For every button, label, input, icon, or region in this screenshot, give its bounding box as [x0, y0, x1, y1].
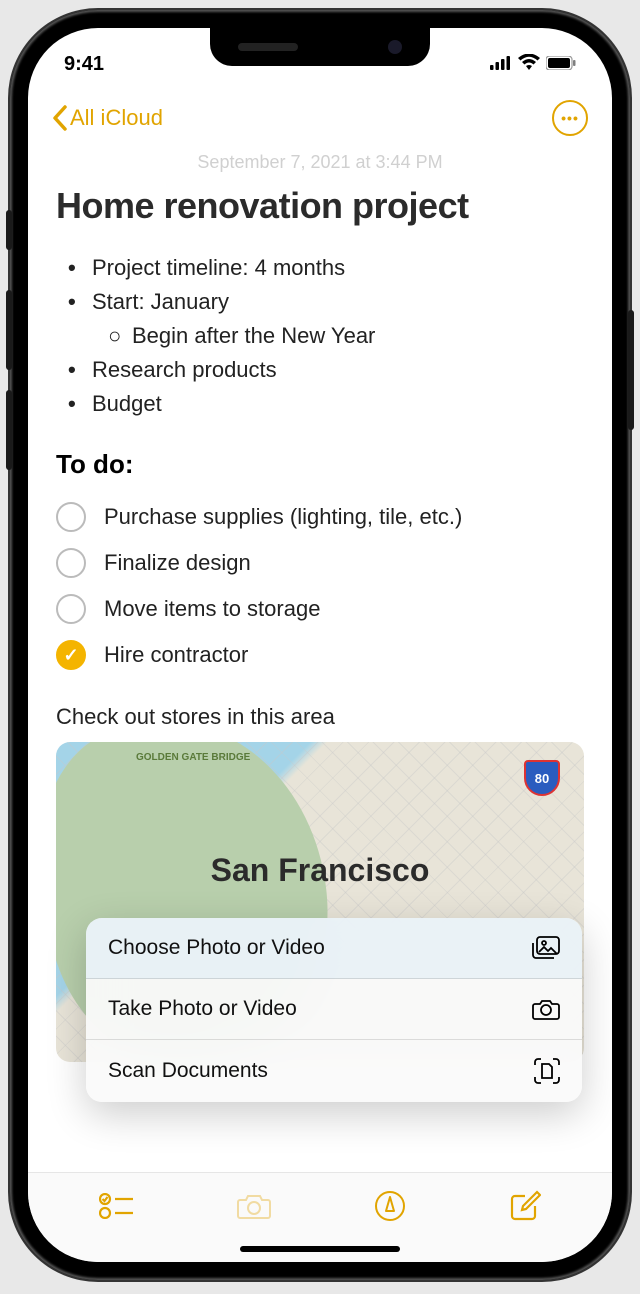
list-item[interactable]: Begin after the New Year — [108, 319, 584, 353]
bullet-list[interactable]: Project timeline: 4 months Start: Januar… — [56, 251, 584, 421]
home-indicator[interactable] — [240, 1246, 400, 1252]
note-title[interactable]: Home renovation project — [56, 185, 584, 227]
cellular-icon — [490, 53, 512, 76]
battery-icon — [546, 53, 576, 76]
nav-bar: All iCloud — [28, 88, 612, 148]
markup-tool-button[interactable] — [374, 1190, 406, 1227]
photo-library-icon — [532, 936, 560, 960]
time: 9:41 — [64, 53, 104, 76]
highway-shield-icon: 80 — [524, 760, 560, 796]
menu-scan-documents[interactable]: Scan Documents — [86, 1040, 582, 1102]
checkbox-empty-icon[interactable] — [56, 548, 86, 578]
camera-icon — [532, 998, 560, 1020]
note-date: September 7, 2021 at 3:44 PM — [56, 152, 584, 173]
wifi-icon — [518, 53, 540, 76]
checklist-item[interactable]: Purchase supplies (lighting, tile, etc.) — [56, 494, 584, 540]
checkbox-checked-icon[interactable] — [56, 640, 86, 670]
menu-label: Choose Photo or Video — [108, 936, 325, 960]
checkbox-empty-icon[interactable] — [56, 502, 86, 532]
todo-heading[interactable]: To do: — [56, 449, 584, 480]
checklist-label[interactable]: Finalize design — [104, 550, 251, 576]
map-poi-label: GOLDEN GATE BRIDGE — [136, 752, 250, 763]
back-label: All iCloud — [70, 105, 163, 131]
note-content[interactable]: September 7, 2021 at 3:44 PM Home renova… — [28, 148, 612, 1172]
area-label[interactable]: Check out stores in this area — [56, 704, 584, 730]
more-button[interactable] — [552, 100, 588, 136]
back-button[interactable]: All iCloud — [52, 105, 163, 131]
camera-menu-popup: Choose Photo or Video Take Photo or Vide… — [86, 918, 582, 1102]
list-item[interactable]: Start: January — [68, 285, 584, 319]
checklist-item[interactable]: Finalize design — [56, 540, 584, 586]
camera-tool-button[interactable] — [236, 1192, 272, 1225]
chevron-left-icon — [52, 105, 68, 131]
menu-label: Scan Documents — [108, 1059, 268, 1083]
checklist-tool-button[interactable] — [99, 1193, 133, 1224]
checklist-label[interactable]: Hire contractor — [104, 642, 248, 668]
list-item[interactable]: Research products — [68, 353, 584, 387]
menu-take-photo[interactable]: Take Photo or Video — [86, 979, 582, 1040]
menu-label: Take Photo or Video — [108, 997, 297, 1021]
menu-choose-photo[interactable]: Choose Photo or Video — [86, 918, 582, 979]
checkbox-empty-icon[interactable] — [56, 594, 86, 624]
checklist-label[interactable]: Purchase supplies (lighting, tile, etc.) — [104, 504, 462, 530]
checklist-label[interactable]: Move items to storage — [104, 596, 320, 622]
map-city-label: San Francisco — [211, 852, 430, 889]
checklist-item[interactable]: Move items to storage — [56, 586, 584, 632]
scan-icon — [534, 1058, 560, 1084]
list-item[interactable]: Budget — [68, 387, 584, 421]
checklist-item[interactable]: Hire contractor — [56, 632, 584, 678]
list-item[interactable]: Project timeline: 4 months — [68, 251, 584, 285]
compose-button[interactable] — [509, 1190, 541, 1227]
